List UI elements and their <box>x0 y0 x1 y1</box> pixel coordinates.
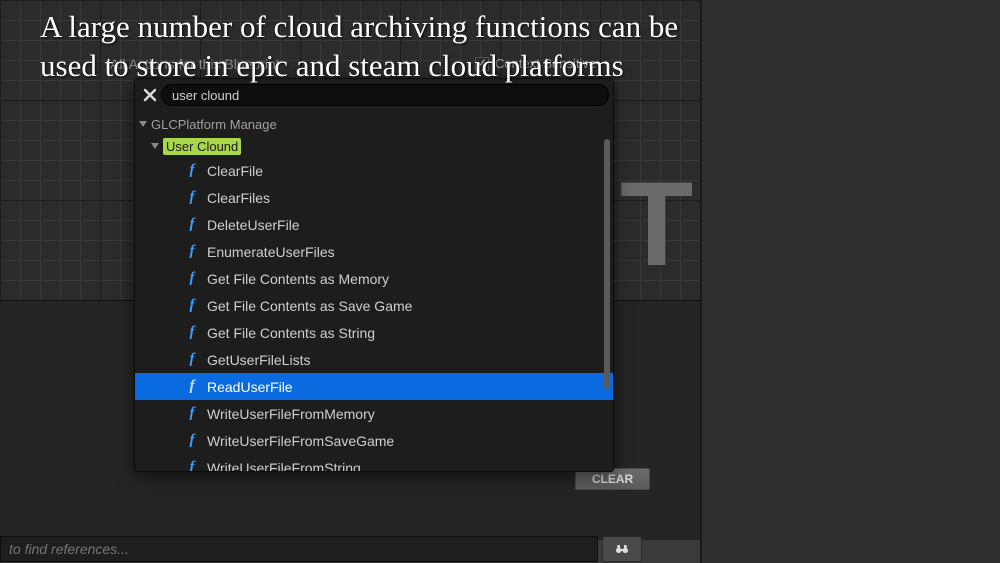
chevron-down-icon <box>139 121 147 127</box>
right-panel <box>700 0 1000 563</box>
function-item[interactable]: f Get File Contents as Save Game <box>135 292 613 319</box>
function-item[interactable]: f Get File Contents as Memory <box>135 265 613 292</box>
function-item[interactable]: f DeleteUserFile <box>135 211 613 238</box>
checkbox-icon[interactable] <box>475 57 489 71</box>
function-f-icon: f <box>185 162 199 179</box>
function-f-icon: f <box>185 216 199 233</box>
function-label: WriteUserFileFromSaveGame <box>207 433 394 449</box>
category-label: GLCPlatform Manage <box>151 117 277 132</box>
function-label: ReadUserFile <box>207 379 293 395</box>
find-references-input[interactable] <box>0 536 598 562</box>
function-f-icon: f <box>185 270 199 287</box>
clear-search-button[interactable] <box>139 84 161 106</box>
function-label: WriteUserFileFromString <box>207 460 361 472</box>
function-item[interactable]: f ClearFiles <box>135 184 613 211</box>
function-label: ClearFiles <box>207 190 270 206</box>
scrollbar[interactable] <box>604 139 610 459</box>
binoculars-icon <box>614 541 630 557</box>
background-watermark-letter: T <box>620 155 695 293</box>
function-item[interactable]: f GetUserFileLists <box>135 346 613 373</box>
function-label: Get File Contents as Memory <box>207 271 389 287</box>
function-label: EnumerateUserFiles <box>207 244 335 260</box>
function-label: WriteUserFileFromMemory <box>207 406 375 422</box>
search-input[interactable] <box>161 84 609 106</box>
function-f-icon: f <box>185 459 199 471</box>
function-label: GetUserFileLists <box>207 352 310 368</box>
function-f-icon: f <box>185 243 199 260</box>
function-f-icon: f <box>185 189 199 206</box>
function-item[interactable]: f EnumerateUserFiles <box>135 238 613 265</box>
function-label: ClearFile <box>207 163 263 179</box>
menu-search-row <box>135 79 613 111</box>
menu-body: GLCPlatform Manage User Clound f ClearFil… <box>135 111 613 471</box>
function-f-icon: f <box>185 405 199 422</box>
scrollbar-thumb[interactable] <box>604 139 610 389</box>
function-item[interactable]: f ClearFile <box>135 157 613 184</box>
function-item[interactable]: f WriteUserFileFromString <box>135 454 613 471</box>
function-f-icon: f <box>185 351 199 368</box>
chevron-down-icon <box>151 143 159 149</box>
function-item[interactable]: f Get File Contents as String <box>135 319 613 346</box>
category-glcplatform-manage[interactable]: GLCPlatform Manage <box>135 113 613 135</box>
function-item[interactable]: f WriteUserFileFromSaveGame <box>135 427 613 454</box>
function-f-icon: f <box>185 432 199 449</box>
function-item[interactable]: f WriteUserFileFromMemory <box>135 400 613 427</box>
actions-header-label: All Actions for this Blueprint <box>110 56 280 72</box>
close-icon <box>143 88 157 102</box>
function-f-icon: f <box>185 324 199 341</box>
function-label: Get File Contents as Save Game <box>207 298 412 314</box>
function-f-icon: f <box>185 378 199 395</box>
find-references-button[interactable] <box>602 536 642 562</box>
context-sensitive-toggle[interactable]: Context Sensitive <box>475 56 596 71</box>
function-f-icon: f <box>185 297 199 314</box>
function-label: Get File Contents as String <box>207 325 375 341</box>
function-label: DeleteUserFile <box>207 217 300 233</box>
category-label-highlighted: User Clound <box>163 138 241 155</box>
action-context-menu: GLCPlatform Manage User Clound f ClearFil… <box>134 78 614 472</box>
function-item[interactable]: f ReadUserFile <box>135 373 613 400</box>
context-sensitive-label: Context Sensitive <box>495 56 596 71</box>
category-user-clound[interactable]: User Clound <box>135 135 613 157</box>
